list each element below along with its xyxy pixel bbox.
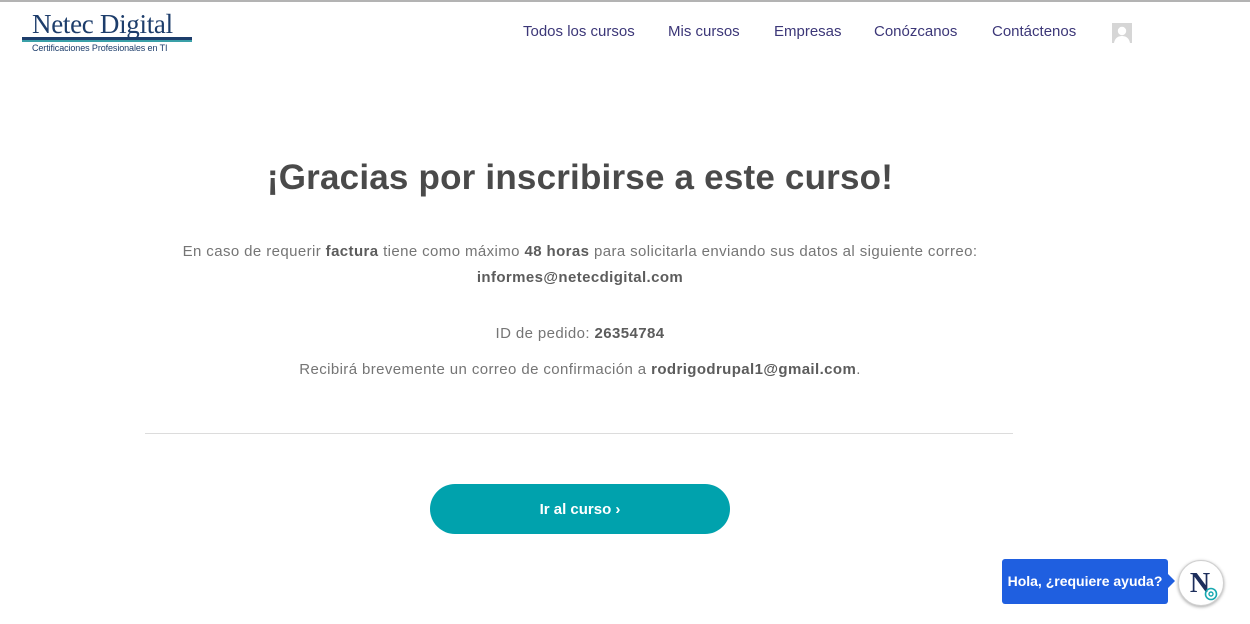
invoice-middle: tiene como máximo: [378, 243, 525, 260]
go-to-course-button[interactable]: Ir al curso ›: [430, 484, 730, 534]
nav-item-mis-cursos[interactable]: Mis cursos: [668, 23, 740, 40]
order-id-label: ID de pedido:: [495, 325, 595, 342]
user-avatar-icon[interactable]: [1112, 23, 1132, 43]
svg-text:N: N: [1190, 568, 1210, 599]
confirmation-email: rodrigodrupal1@gmail.com: [651, 361, 857, 378]
nav-item-todos-los-cursos[interactable]: Todos los cursos: [523, 23, 635, 40]
invoice-keyword: factura: [325, 243, 379, 260]
invoice-suffix: para solicitarla enviando sus datos al s…: [589, 243, 978, 260]
order-id-line: ID de pedido: 26354784: [140, 325, 1020, 342]
top-border: [0, 0, 1250, 2]
content-divider: [145, 433, 1013, 434]
invoice-email-line: informes@netecdigital.com: [140, 269, 1020, 286]
chat-bubble-arrow: [1168, 574, 1175, 588]
invoice-email: informes@netecdigital.com: [476, 269, 684, 286]
logo-underline-accent: [22, 40, 192, 42]
logo-brand-text: Netec Digital: [32, 9, 173, 39]
nav-item-conozcanos[interactable]: Conózcanos: [874, 23, 957, 40]
confirmation-suffix: .: [856, 361, 861, 378]
order-id-value: 26354784: [594, 325, 665, 342]
chat-bubble-text: Hola, ¿requiere ayuda?: [1007, 573, 1163, 589]
page-title: ¡Gracias por inscribirse a este curso!: [266, 158, 894, 197]
confirmation-line: Recibirá brevemente un correo de confirm…: [140, 361, 1020, 378]
nav-item-empresas[interactable]: Empresas: [774, 23, 842, 40]
nav-item-contactenos[interactable]: Contáctenos: [992, 23, 1076, 40]
invoice-hours: 48 horas: [524, 243, 590, 260]
netec-chat-icon[interactable]: N: [1178, 560, 1224, 606]
logo-tagline: Certificaciones Profesionales en TI: [32, 43, 168, 53]
chat-help-bubble[interactable]: Hola, ¿requiere ayuda?: [1002, 559, 1175, 604]
invoice-notice: En caso de requerir factura tiene como m…: [140, 243, 1020, 260]
confirmation-prefix: Recibirá brevemente un correo de confirm…: [299, 361, 652, 378]
site-logo[interactable]: Netec Digital Certificaciones Profesiona…: [22, 9, 194, 57]
invoice-prefix: En caso de requerir: [182, 243, 326, 260]
